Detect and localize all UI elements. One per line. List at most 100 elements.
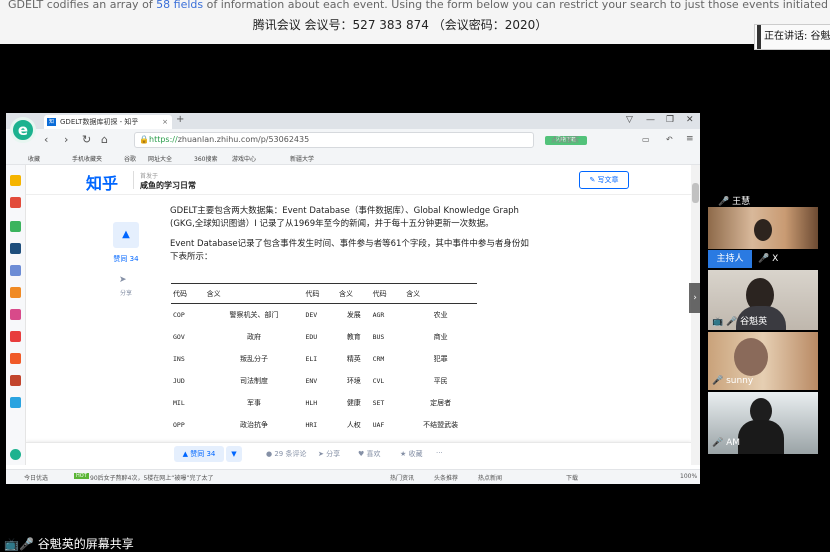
bookmark-item[interactable]: 游戏中心 [232,154,256,163]
participant-name: 🎤 AM [712,438,740,448]
app-icon[interactable] [10,353,21,364]
menu-icon[interactable]: ≡ [686,134,694,144]
url-scheme: https:// [149,135,178,144]
zhihu-logo[interactable]: 知乎 [86,170,118,194]
scrollbar[interactable] [691,165,700,465]
bookmark-item[interactable]: 360搜索 [194,154,217,163]
table-cell: CRM [372,354,385,363]
background-website-text: GDELT codifies an array of 58 fields of … [8,0,830,11]
tab-bar: 知 GDELT数据库初探 - 知乎 × + ▽ — ❐ ✕ [6,113,700,129]
bookmark-item[interactable]: 网址大全 [148,154,172,163]
app-icon[interactable] [10,309,21,320]
screen-share-text: 谷魁英的屏幕共享 [37,537,134,551]
column-name[interactable]: 咸鱼的学习日常 [140,180,196,191]
table-header-cell: 代码 [171,283,205,304]
shop-icon[interactable] [10,331,21,342]
favorite-button[interactable]: ★ 收藏 [400,449,423,459]
share-label: 分享 [119,290,132,297]
person-body [738,420,784,454]
news-tag: HOT [74,473,89,479]
pay-icon[interactable] [10,397,21,408]
share-icon[interactable]: ➤ [119,275,127,285]
table-cell: AGR [372,310,385,319]
browser-sidebar [6,165,26,465]
back-icon[interactable]: ‹ [44,133,48,146]
battery-icon[interactable]: ▭ [642,135,650,144]
upvote-button[interactable]: ▲ [113,222,139,248]
weibo-icon[interactable] [10,197,21,208]
status-item[interactable]: 热点新闻 [478,473,502,482]
table-header-cell: 代码 [370,283,405,304]
person-silhouette [754,219,772,241]
close-window-button[interactable]: ✕ [686,115,694,125]
write-article-label: 写文章 [597,176,619,184]
speaking-indicator: 正在讲话: 谷魁 [754,24,830,50]
doc-icon[interactable] [10,265,21,276]
page-content: 知乎 首发于 咸鱼的学习日常 ✎ 写文章 ▲ 赞同 34 ➤ 分享 GDELT主… [26,165,691,465]
participant-video[interactable]: 🎤 sunny [708,332,818,390]
table-cell: GOV [173,332,185,341]
status-news[interactable]: 90后女子熬醉4次，5楼在网上“被曝”完了太了 [90,473,214,482]
minimize-button[interactable]: — [646,115,655,125]
undo-icon[interactable]: ↶ [666,135,673,144]
app-icon[interactable] [10,243,21,254]
comments-button[interactable]: ● 29 条评论 [266,449,306,459]
like-button[interactable]: ♥ 喜欢 [358,449,381,459]
url-input[interactable]: 🔒 https://zhuanlan.zhihu.com/p/53062435 闪… [134,132,587,148]
bookmark-item[interactable]: 手机收藏夹 [72,154,102,163]
status-today[interactable]: 今日优选 [24,473,48,482]
header-divider [133,171,134,189]
participant-name: 🎤 X [758,254,779,264]
url-text: zhuanlan.zhihu.com/p/53062435 [177,135,310,144]
table-cell: CVL [372,376,385,385]
home-icon[interactable]: ⌂ [101,133,108,146]
restore-button[interactable]: ❐ [666,115,674,125]
new-tab-button[interactable]: + [176,114,184,125]
table-cell: ELI [305,354,318,363]
participant-video[interactable]: 📺 🎤 谷魁英 [708,270,818,330]
browser-tab[interactable]: 知 GDELT数据库初探 - 知乎 × [44,115,172,129]
forward-icon[interactable]: › [64,133,68,146]
table-header-cell: 含义 [204,283,304,304]
assistant-icon[interactable] [10,449,21,460]
table-header-cell: 含义 [404,283,477,304]
bg-link[interactable]: 58 fields [156,0,203,11]
article-action-bar: ▲ 赞同 34 ▼ ● 29 条评论 ➤ 分享 ♥ 喜欢 ★ 收藏 ··· [26,442,691,465]
table-cell: 不结盟武装 [423,420,459,429]
more-button[interactable]: ··· [436,449,443,457]
table-cell: 军事 [247,398,262,407]
participant-video[interactable] [708,207,818,249]
bookmark-item[interactable]: 收藏 [28,154,40,163]
write-article-button[interactable]: ✎ 写文章 [579,171,629,189]
search-input[interactable]: 点此搜索 [539,132,629,148]
bookmark-item[interactable]: 谷歌 [124,154,136,163]
participant-video[interactable]: 🎤 AM [708,392,818,454]
upvote-button[interactable]: ▲ 赞同 34 [174,446,224,462]
bg-text-suffix: of information about each event. Using t… [206,0,830,11]
favorite-label: 收藏 [408,450,423,458]
share-button[interactable]: ➤ 分享 [318,449,340,459]
favorites-icon[interactable] [10,175,21,186]
like-label: 喜欢 [366,450,381,458]
app-icon[interactable] [10,375,21,386]
table-cell: 环境 [346,376,361,385]
bookmark-item[interactable]: 新疆大学 [290,154,314,163]
table-row: JUD 司法制度 ENV 环境 CVL 平民 [171,370,477,392]
table-header-cell: 代码 [303,283,338,304]
refresh-icon[interactable]: ↻ [82,133,91,146]
side-arrow-button[interactable]: › [689,283,700,313]
table-header: 代码 含义 代码 含义 代码 含义 [171,283,477,304]
shield-icon[interactable]: ▽ [626,115,633,125]
mail-icon[interactable] [10,221,21,232]
status-item[interactable]: 头条推荐 [434,473,458,482]
status-item[interactable]: 下载 [566,473,578,482]
scroll-thumb[interactable] [692,183,699,203]
status-item[interactable]: 热门资讯 [390,473,414,482]
table-cell: SET [372,398,385,407]
zoom-level[interactable]: 100% [680,473,697,480]
comments-label: 29 条评论 [274,450,307,458]
game-icon[interactable] [10,287,21,298]
table-header-cell: 含义 [337,283,371,304]
close-tab-icon[interactable]: × [162,115,168,129]
downvote-button[interactable]: ▼ [226,446,242,462]
